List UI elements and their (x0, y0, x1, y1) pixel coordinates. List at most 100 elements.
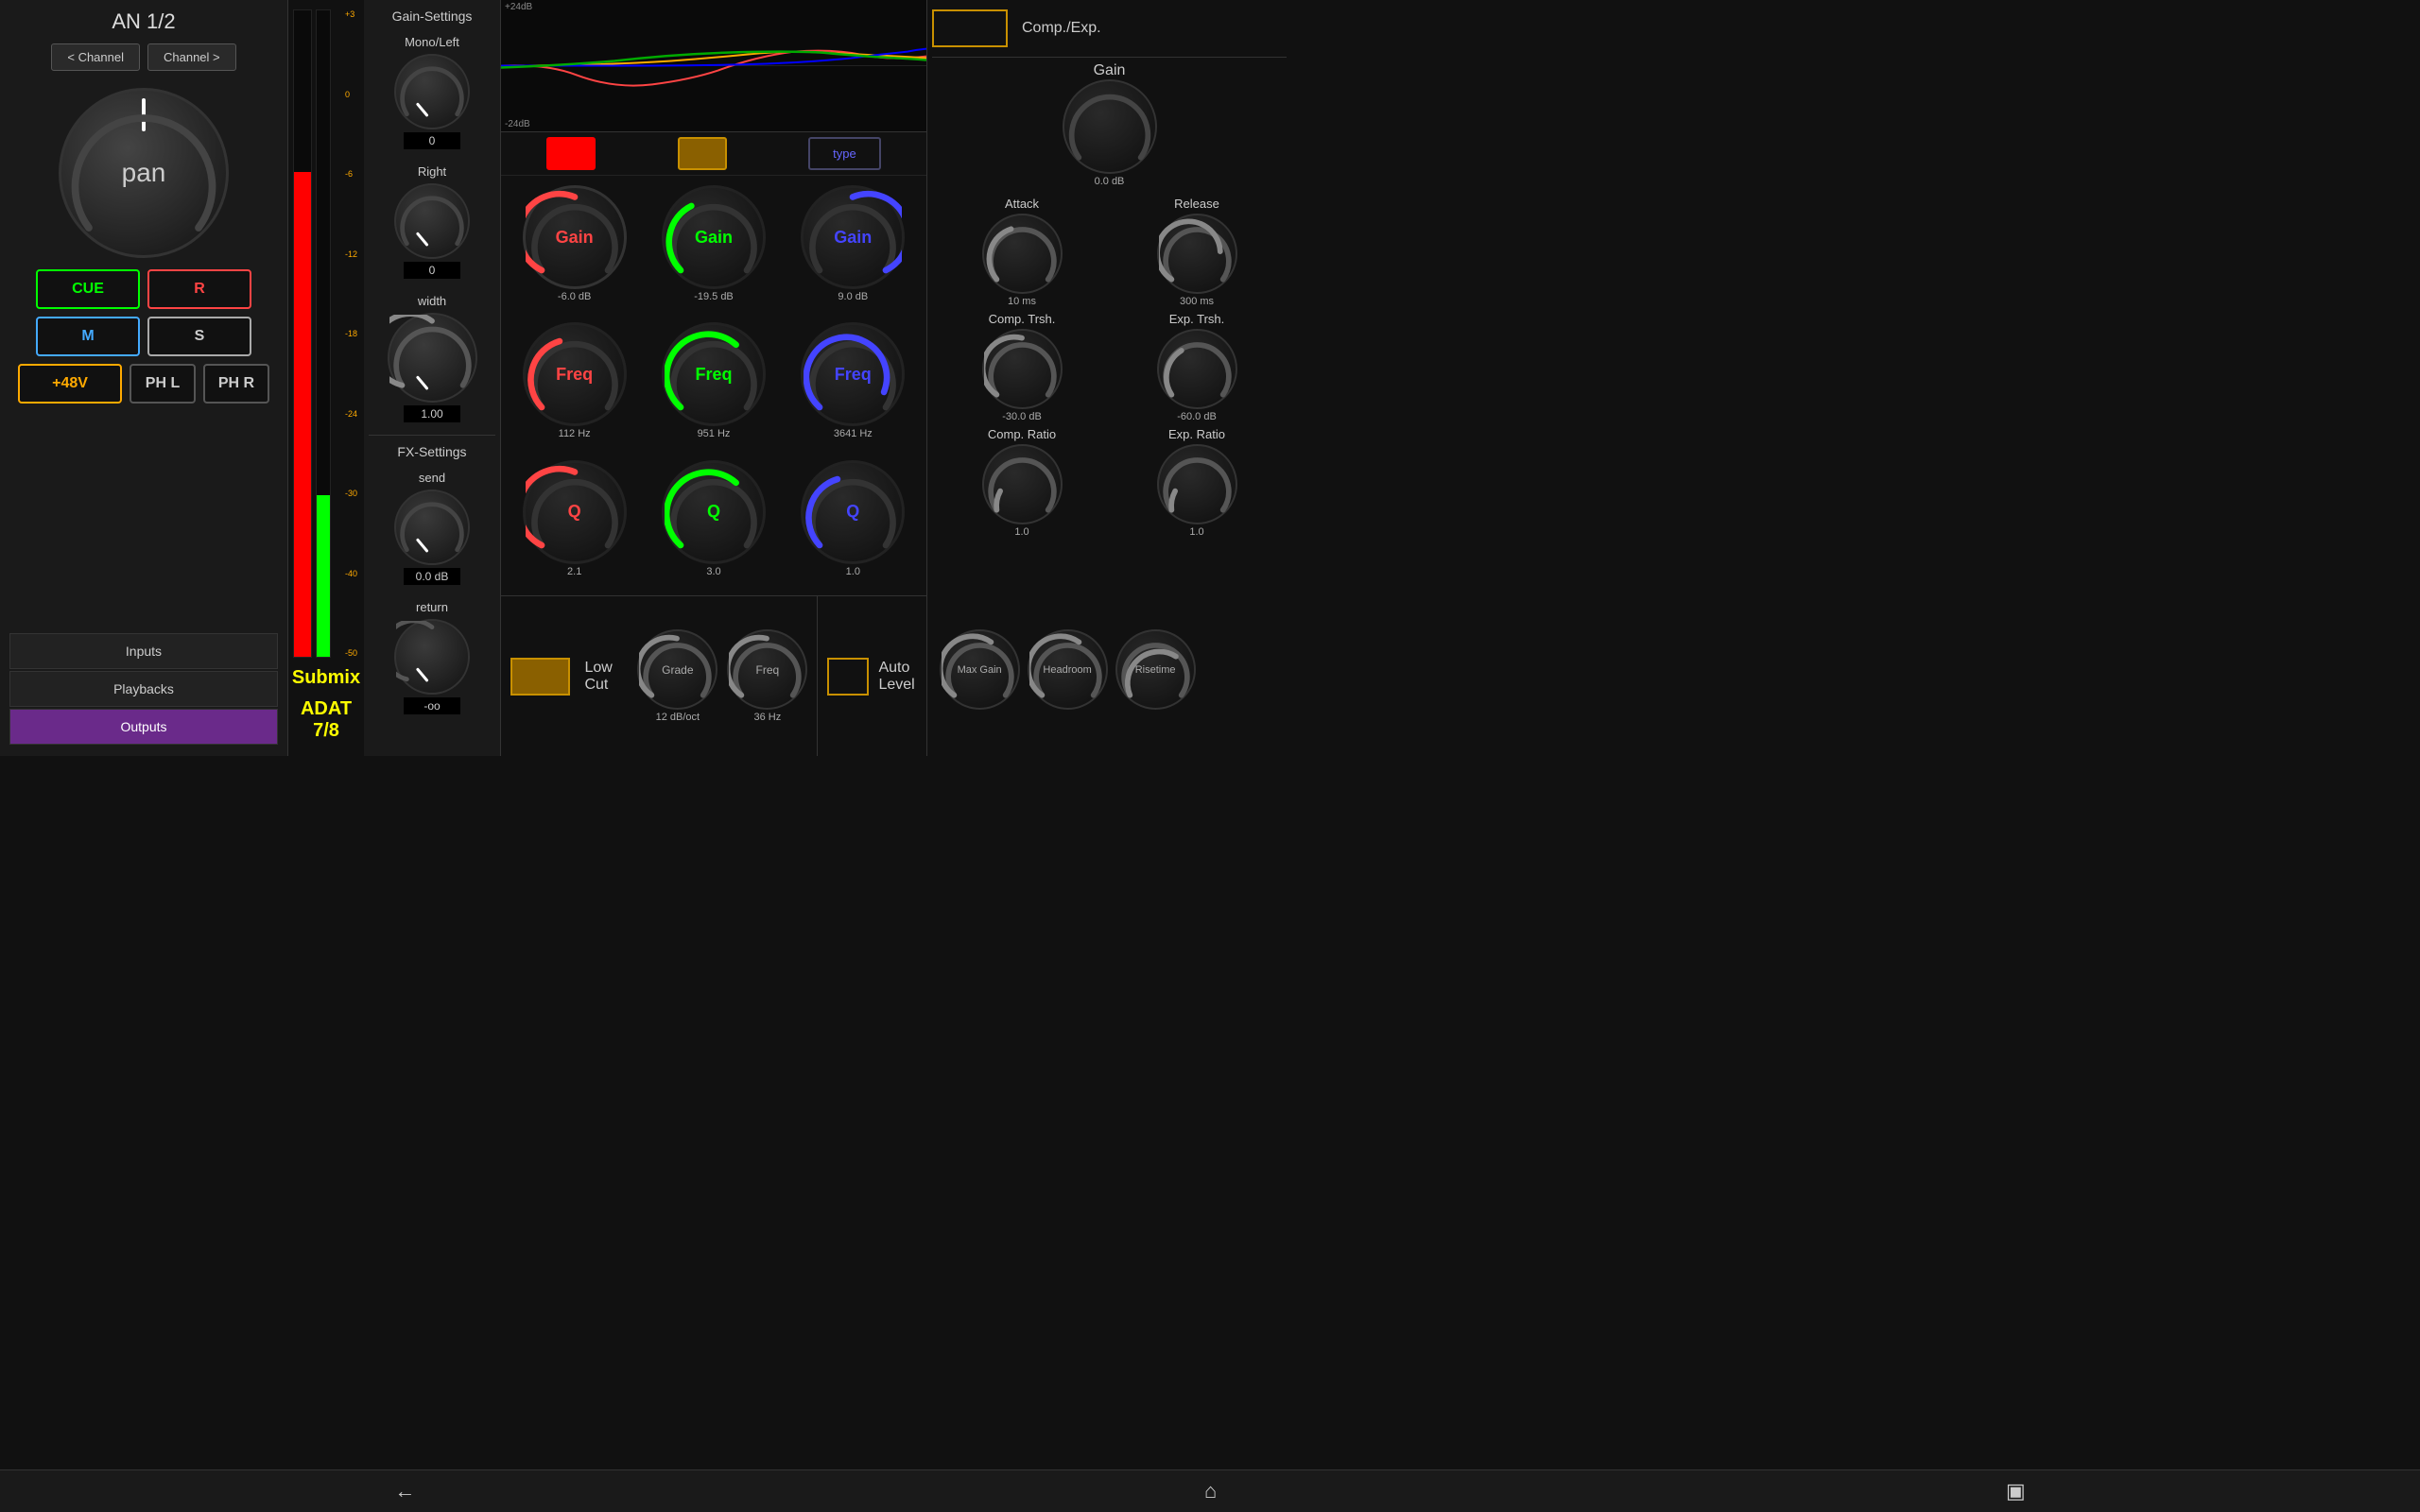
send-label: send (419, 471, 445, 485)
meter-label-neg18: -18 (345, 329, 357, 338)
band2-freq-label: Freq (695, 365, 732, 385)
band2-freq-knob[interactable]: Freq (662, 322, 766, 426)
low-cut-freq-knob[interactable]: Freq (727, 629, 807, 710)
exp-ratio-cell: Exp. Ratio 1.0 (1112, 427, 1282, 538)
ph-l-button[interactable]: PH L (130, 364, 196, 404)
low-cut-freq-val: 36 Hz (753, 712, 781, 723)
right-section: Right 0 (369, 157, 495, 286)
low-cut-freq-cell: Freq 36 Hz (727, 625, 807, 728)
risetime-knob[interactable]: Risetime (1115, 629, 1196, 710)
gain-settings-title: Gain-Settings (369, 5, 495, 27)
home-button[interactable]: ⌂ (1204, 1479, 1217, 1503)
mono-left-knob[interactable] (394, 54, 470, 129)
attack-val: 10 ms (1008, 296, 1036, 307)
eq-band2-button[interactable] (678, 137, 727, 170)
release-knob[interactable] (1157, 214, 1237, 294)
auto-level-title: Auto Level (878, 660, 929, 694)
band2-gain-cell: Gain -19.5 dB (645, 180, 782, 316)
comp-ratio-val: 1.0 (1014, 526, 1028, 538)
exp-ratio-val: 1.0 (1189, 526, 1203, 538)
exp-ratio-knob[interactable] (1157, 444, 1237, 524)
low-cut-grade-label: Grade (662, 663, 693, 677)
comp-toggle-button[interactable] (932, 9, 1008, 47)
band3-q-label: Q (846, 502, 859, 522)
band1-gain-label: Gain (556, 228, 594, 248)
ph-r-button[interactable]: PH R (203, 364, 269, 404)
band1-q-label: Q (568, 502, 581, 522)
eq-graph: +24dB -24dB (501, 0, 926, 132)
playbacks-button[interactable]: Playbacks (9, 671, 278, 707)
low-cut-grade-knob[interactable]: Grade (637, 629, 717, 710)
band3-freq-knob[interactable]: Freq (801, 322, 905, 426)
band1-q-knob[interactable]: Q (523, 460, 627, 564)
right-knob[interactable] (394, 183, 470, 259)
low-cut-freq-label: Freq (756, 663, 780, 677)
eq-graph-bot-label: -24dB (505, 119, 530, 129)
eq-band3-button[interactable]: type (808, 137, 881, 170)
band3-q-val: 1.0 (846, 566, 860, 577)
band1-freq-label: Freq (556, 365, 593, 385)
max-gain-knob[interactable]: Max Gain (940, 629, 1020, 710)
back-button[interactable]: ← (394, 1479, 415, 1503)
comp-gain-section: Gain 0.0 dB (932, 58, 1287, 192)
band2-gain-knob[interactable]: Gain (662, 185, 766, 289)
next-channel-button[interactable]: Channel > (147, 43, 236, 71)
band2-gain-val: -19.5 dB (694, 291, 734, 302)
r-button[interactable]: R (147, 269, 251, 309)
band2-q-knob[interactable]: Q (662, 460, 766, 564)
send-knob[interactable] (394, 490, 470, 565)
low-cut-knobs: Grade 12 dB/oct Freq 36 Hz (637, 625, 807, 728)
comp-trsh-knob[interactable] (982, 329, 1063, 409)
band3-gain-val: 9.0 dB (838, 291, 868, 302)
exp-trsh-cell: Exp. Trsh. -60.0 dB (1112, 312, 1282, 422)
band3-q-knob[interactable]: Q (801, 460, 905, 564)
low-cut-button[interactable] (510, 658, 570, 696)
send-section: send 0.0 dB (369, 463, 495, 593)
s-button[interactable]: S (147, 317, 251, 356)
meter-label-0: 0 (345, 90, 357, 99)
comp-gain-knob[interactable] (1063, 79, 1157, 174)
band2-freq-val: 951 Hz (698, 428, 731, 439)
auto-level-button[interactable] (827, 658, 869, 696)
eq-band1-button[interactable] (546, 137, 596, 170)
attack-knob[interactable] (982, 214, 1063, 294)
headroom-knob[interactable]: Headroom (1028, 629, 1108, 710)
comp-trsh-val: -30.0 dB (1002, 411, 1042, 422)
prev-channel-button[interactable]: < Channel (51, 43, 140, 71)
cue-button[interactable]: CUE (36, 269, 140, 309)
inputs-button[interactable]: Inputs (9, 633, 278, 669)
right-label: Right (418, 164, 446, 179)
recents-button[interactable]: ▣ (2006, 1479, 2026, 1503)
bottom-eq: Low Cut Grade 12 dB/oct (501, 595, 926, 756)
48v-ph-row: +48V PH L PH R (9, 364, 278, 404)
return-knob[interactable] (394, 619, 470, 695)
comp-controls-grid: Attack 10 ms Release 30 (932, 192, 1287, 542)
meter-label-neg24: -24 (345, 409, 357, 419)
m-button[interactable]: M (36, 317, 140, 356)
gain-fx-panel: Gain-Settings Mono/Left 0 Right 0 width (364, 0, 501, 756)
band3-gain-cell: Gain 9.0 dB (785, 180, 922, 316)
48v-button[interactable]: +48V (18, 364, 122, 404)
pan-knob[interactable]: pan (59, 88, 229, 258)
mono-left-section: Mono/Left 0 (369, 27, 495, 157)
right-value: 0 (404, 262, 460, 279)
channel-nav: < Channel Channel > (51, 43, 235, 71)
meter-label-3: +3 (345, 9, 357, 19)
meter-panel: +3 0 -6 -12 -18 -24 -30 -40 -50 Submix A… (288, 0, 364, 756)
band1-freq-val: 112 Hz (559, 428, 591, 439)
band1-gain-knob[interactable]: Gain (523, 185, 627, 289)
comp-ratio-knob[interactable] (982, 444, 1063, 524)
band3-gain-knob[interactable]: Gain (801, 185, 905, 289)
band1-freq-knob[interactable]: Freq (523, 322, 627, 426)
band3-gain-label: Gain (834, 228, 872, 248)
comp-gain-title: Gain (1094, 62, 1126, 79)
comp-trsh-cell: Comp. Trsh. -30.0 dB (937, 312, 1107, 422)
width-knob[interactable] (388, 313, 477, 403)
headroom-label: Headroom (1043, 664, 1091, 676)
outputs-button[interactable]: Outputs (9, 709, 278, 745)
band1-freq-cell: Freq 112 Hz (506, 318, 643, 453)
submix-channel-label: ADAT 7/8 (287, 694, 365, 747)
band1-gain-cell: Gain -6.0 dB (506, 180, 643, 316)
exp-trsh-knob[interactable] (1157, 329, 1237, 409)
comp-ratio-label: Comp. Ratio (988, 427, 1056, 441)
